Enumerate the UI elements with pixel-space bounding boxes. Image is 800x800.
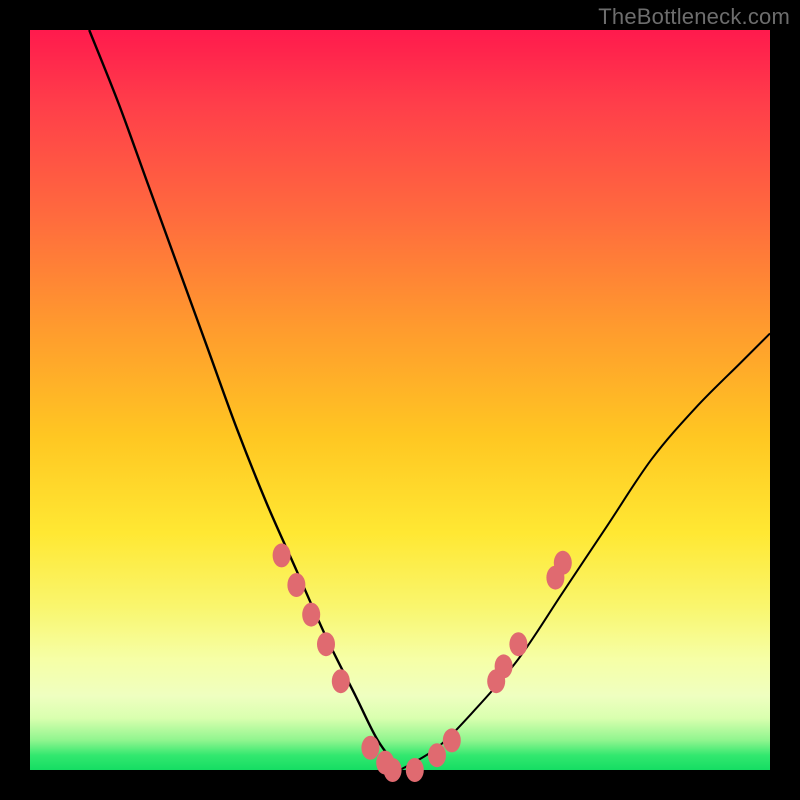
- curve-marker: [443, 728, 461, 752]
- curve-left-branch: [89, 30, 400, 770]
- curve-markers: [273, 543, 572, 782]
- watermark-text: TheBottleneck.com: [598, 4, 790, 30]
- curve-marker: [509, 632, 527, 656]
- curve-marker: [287, 573, 305, 597]
- chart-svg: [30, 30, 770, 770]
- curve-marker: [302, 603, 320, 627]
- curve-marker: [332, 669, 350, 693]
- curve-marker: [317, 632, 335, 656]
- curve-marker: [428, 743, 446, 767]
- curve-marker: [554, 551, 572, 575]
- curve-marker: [406, 758, 424, 782]
- curve-marker: [384, 758, 402, 782]
- plot-area: [30, 30, 770, 770]
- curve-marker: [495, 654, 513, 678]
- curve-marker: [361, 736, 379, 760]
- chart-frame: TheBottleneck.com: [0, 0, 800, 800]
- curve-right-branch: [400, 333, 770, 770]
- curve-marker: [273, 543, 291, 567]
